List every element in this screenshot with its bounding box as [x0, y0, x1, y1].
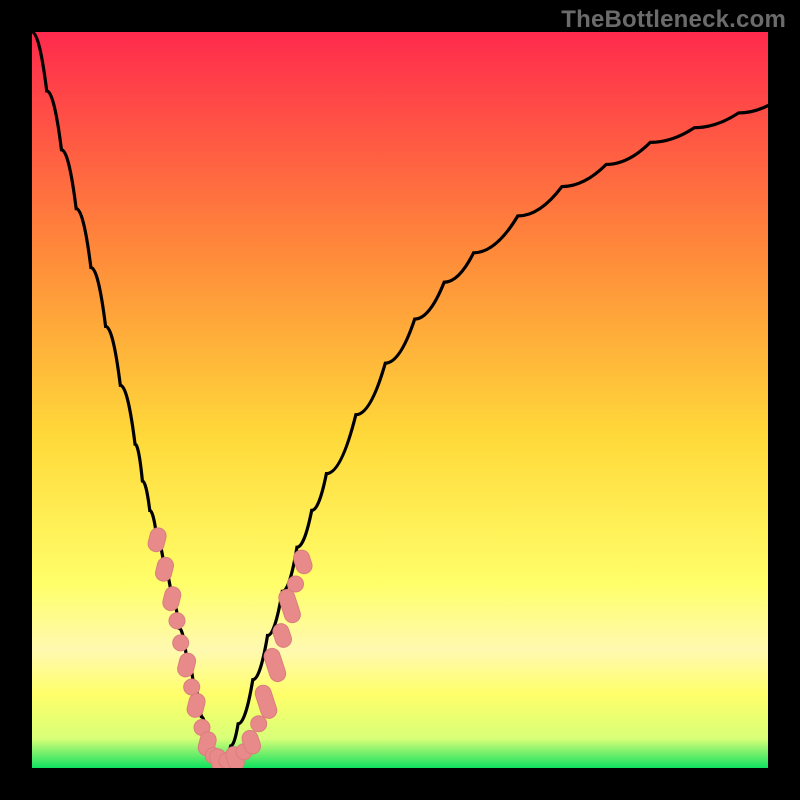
data-marker [173, 635, 189, 651]
plot-area [32, 32, 768, 768]
data-marker [251, 716, 267, 732]
data-marker [184, 679, 200, 695]
data-marker [169, 613, 185, 629]
chart-frame: TheBottleneck.com [0, 0, 800, 800]
data-marker [288, 576, 304, 592]
chart-svg [32, 32, 768, 768]
watermark-text: TheBottleneck.com [561, 6, 786, 34]
